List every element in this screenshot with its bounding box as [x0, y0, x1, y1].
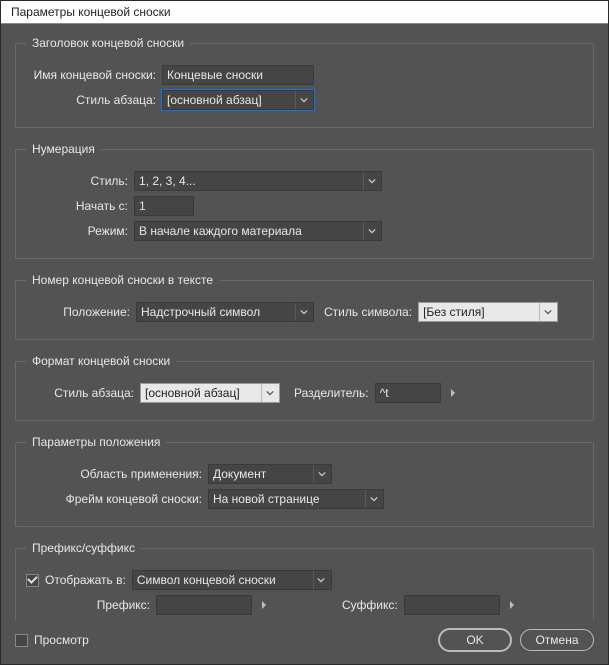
numbering-style-select[interactable]: 1, 2, 3, 4... — [134, 171, 382, 191]
numbering-start-input[interactable] — [134, 196, 194, 216]
textnum-charstyle-label: Стиль символа: — [324, 305, 418, 319]
chevron-down-icon — [313, 465, 329, 483]
prefix-label: Префикс: — [26, 598, 156, 612]
group-endnote-header-legend: Заголовок концевой сноски — [26, 36, 190, 50]
textnum-charstyle-value: [Без стиля] — [423, 305, 539, 319]
prefix-flyout-button[interactable] — [256, 595, 272, 615]
group-numbering: Нумерация Стиль: 1, 2, 3, 4... Начать с:… — [15, 142, 594, 259]
dialog-window: Параметры концевой сноски Заголовок конц… — [0, 0, 609, 665]
format-parastyle-value: [основной абзац] — [145, 386, 261, 400]
textnum-position-select[interactable]: Надстрочный символ — [136, 302, 314, 322]
group-endnote-header: Заголовок концевой сноски Имя концевой с… — [15, 36, 594, 128]
numbering-style-label: Стиль: — [26, 174, 134, 188]
placement-frame-select[interactable]: На новой странице — [208, 489, 384, 509]
dialog-content: Заголовок концевой сноски Имя концевой с… — [1, 24, 608, 620]
group-numbering-legend: Нумерация — [26, 142, 101, 156]
group-endnote-number-in-text: Номер концевой сноски в тексте Положение… — [15, 273, 594, 340]
numbering-mode-label: Режим: — [26, 224, 134, 238]
ok-button[interactable]: OK — [438, 628, 512, 652]
preview-checkbox[interactable] — [15, 634, 28, 647]
textnum-charstyle-select[interactable]: [Без стиля] — [418, 302, 558, 322]
format-separator-input[interactable] — [375, 383, 441, 403]
showin-value: Символ концевой сноски — [137, 573, 313, 587]
cancel-button[interactable]: Отмена — [520, 629, 594, 651]
group-placement: Параметры положения Область применения: … — [15, 435, 594, 527]
placement-scope-select[interactable]: Документ — [208, 464, 332, 484]
format-separator-label: Разделитель: — [294, 386, 375, 400]
showin-label: Отображать в: — [45, 573, 132, 587]
window-title: Параметры концевой сноски — [11, 5, 171, 19]
group-textnum-legend: Номер концевой сноски в тексте — [26, 273, 219, 287]
showin-checkbox[interactable] — [26, 574, 39, 587]
numbering-style-value: 1, 2, 3, 4... — [139, 174, 363, 188]
textnum-position-value: Надстрочный символ — [141, 305, 295, 319]
group-endnote-format: Формат концевой сноски Стиль абзаца: [ос… — [15, 354, 594, 421]
dialog-footer: Просмотр OK Отмена — [1, 620, 608, 664]
placement-frame-label: Фрейм концевой сноски: — [26, 492, 208, 506]
numbering-mode-select[interactable]: В начале каждого материала — [134, 221, 382, 241]
format-parastyle-label: Стиль абзаца: — [26, 386, 140, 400]
group-placement-legend: Параметры положения — [26, 435, 166, 449]
numbering-mode-value: В начале каждого материала — [139, 224, 363, 238]
numbering-start-label: Начать с: — [26, 199, 134, 213]
header-parastyle-select[interactable]: [основной абзац] — [162, 90, 314, 110]
showin-select[interactable]: Символ концевой сноски — [132, 570, 332, 590]
textnum-position-label: Положение: — [26, 305, 136, 319]
separator-flyout-button[interactable] — [445, 383, 461, 403]
group-format-legend: Формат концевой сноски — [26, 354, 176, 368]
chevron-down-icon — [363, 172, 379, 190]
header-parastyle-value: [основной абзац] — [167, 93, 295, 107]
preview-label: Просмотр — [34, 633, 89, 647]
placement-scope-value: Документ — [213, 467, 313, 481]
group-prefix-suffix: Префикс/суффикс Отображать в: Символ кон… — [15, 541, 594, 620]
chevron-down-icon — [365, 490, 381, 508]
placement-scope-label: Область применения: — [26, 467, 208, 481]
suffix-label: Суффикс: — [342, 598, 404, 612]
group-prefix-legend: Префикс/суффикс — [26, 541, 141, 555]
suffix-flyout-button[interactable] — [504, 595, 520, 615]
chevron-down-icon — [313, 571, 329, 589]
titlebar: Параметры концевой сноски — [1, 1, 608, 24]
placement-frame-value: На новой странице — [213, 492, 365, 506]
chevron-down-icon — [261, 384, 277, 402]
endnote-name-label: Имя концевой сноски: — [26, 68, 162, 82]
suffix-input[interactable] — [404, 595, 500, 615]
chevron-down-icon — [363, 222, 379, 240]
chevron-down-icon — [539, 303, 555, 321]
prefix-input[interactable] — [156, 595, 252, 615]
chevron-down-icon — [295, 91, 311, 109]
chevron-down-icon — [295, 303, 311, 321]
header-parastyle-label: Стиль абзаца: — [26, 93, 162, 107]
endnote-name-input[interactable] — [162, 65, 314, 85]
format-parastyle-select[interactable]: [основной абзац] — [140, 383, 280, 403]
